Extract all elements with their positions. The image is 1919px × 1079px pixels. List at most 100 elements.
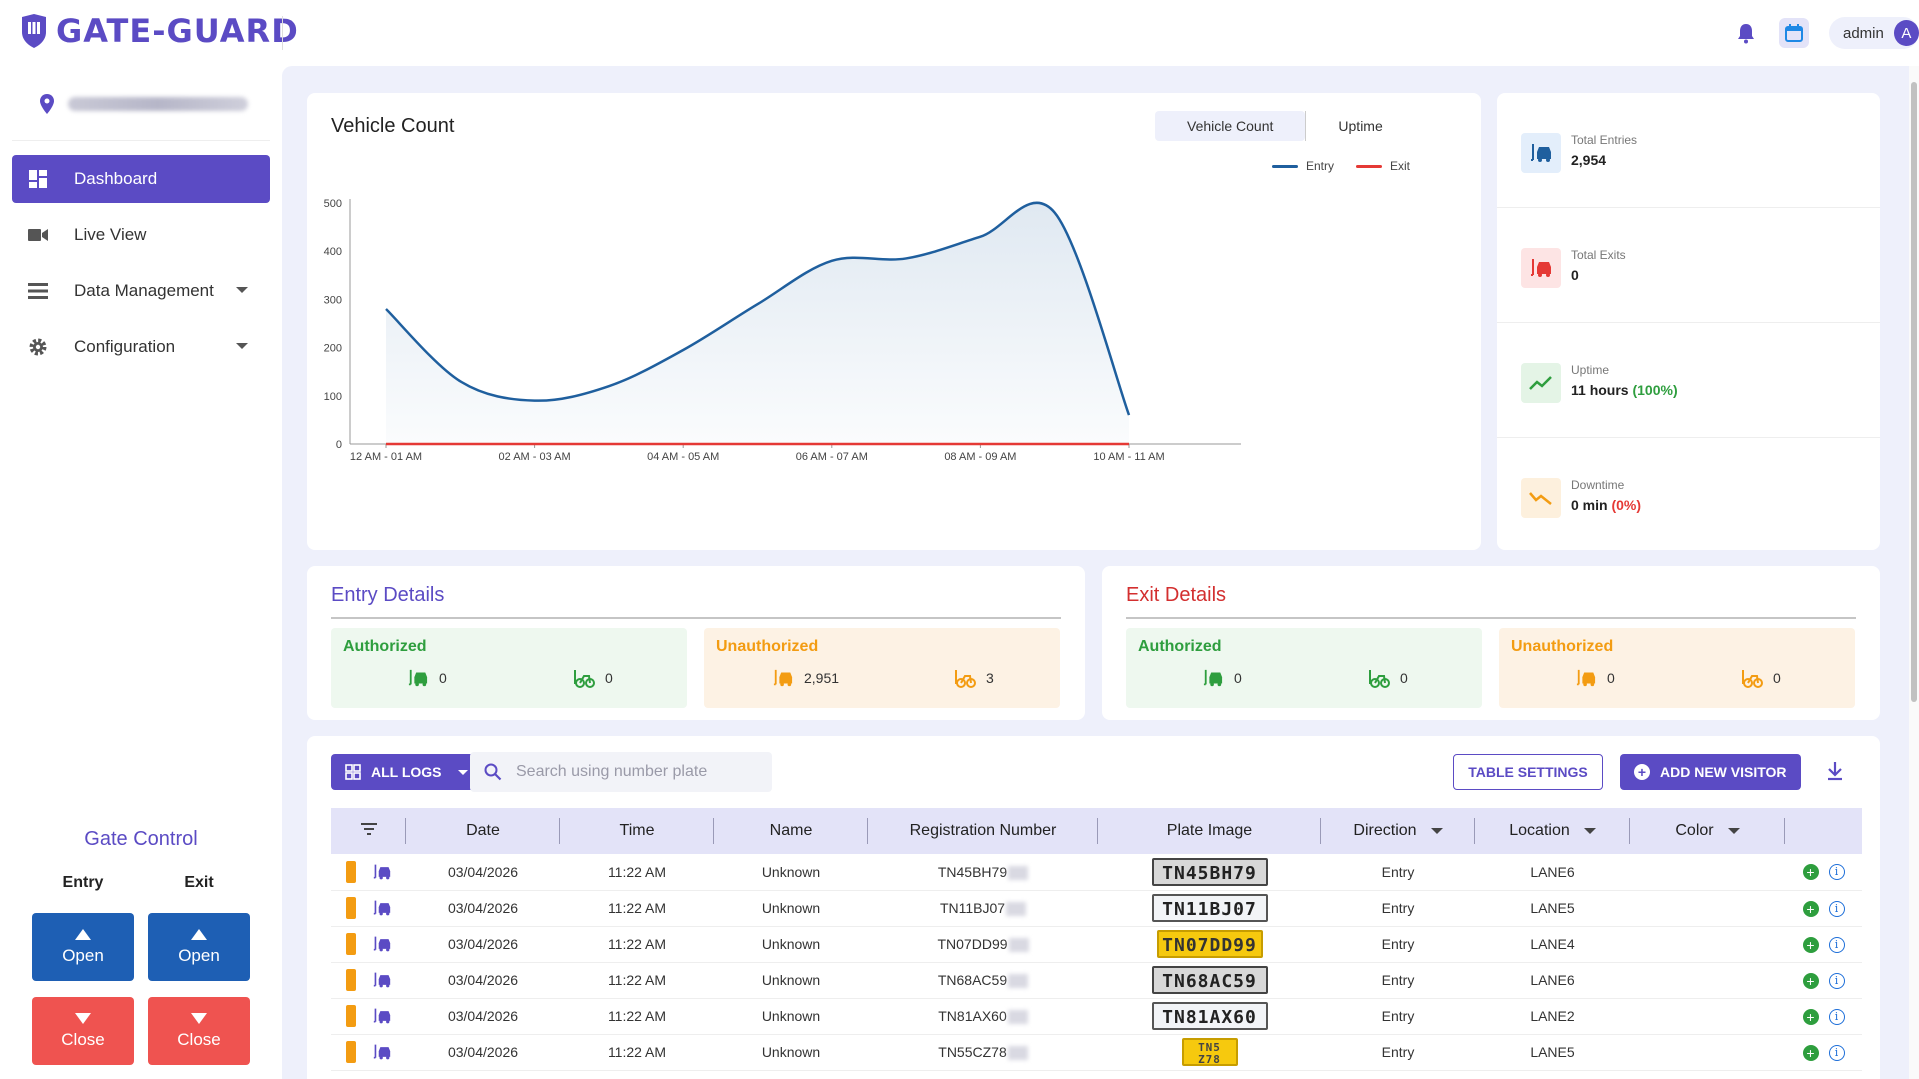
table-row[interactable]: 03/04/2026 11:22 AM Unknown TN68AC59 TN68AC5… (331, 962, 1862, 999)
x-tick-label: 02 AM - 03 AM (499, 451, 571, 463)
sidebar-item-label: Live View (74, 225, 147, 244)
table-settings-button[interactable]: TABLE SETTINGS (1453, 754, 1603, 790)
title-underline (331, 617, 1061, 619)
info-icon[interactable]: i (1828, 936, 1845, 953)
sidebar-item-configuration[interactable]: Configuration (12, 323, 270, 371)
plate-image[interactable]: TN45BH79 (1151, 857, 1268, 886)
site-location[interactable] (40, 94, 248, 114)
search-input[interactable] (516, 763, 756, 781)
cell-plate-image[interactable]: TN81AX60 (1098, 998, 1321, 1035)
table-row[interactable]: 03/04/2026 11:22 AM Unknown TN07DD99 TN07DD9… (331, 926, 1862, 963)
user-menu[interactable]: admin A (1829, 17, 1919, 49)
chevron-down-icon (1583, 827, 1596, 834)
table-row[interactable]: 03/04/2026 11:22 AM Unknown TN45BH79 TN45BH7… (331, 854, 1862, 891)
cell-date: 03/04/2026 (406, 854, 560, 891)
info-icon[interactable]: i (1828, 1008, 1845, 1025)
motorbike-icon (1742, 670, 1763, 688)
col-date[interactable]: Date (406, 808, 560, 854)
plate-image[interactable]: TN07DD99 (1156, 930, 1263, 958)
scrollbar-thumb[interactable] (1911, 82, 1917, 702)
add-circle-icon[interactable]: + (1802, 972, 1819, 989)
exit-gate-close-button[interactable]: Close (148, 997, 250, 1065)
info-icon[interactable]: i (1828, 1044, 1845, 1061)
sidebar-item-data-management[interactable]: Data Management (12, 267, 270, 315)
cell-plate-image[interactable]: TN07DD99 (1098, 926, 1321, 963)
blurred-text (1006, 902, 1027, 917)
avatar: A (1893, 20, 1919, 46)
unauthorized-label: Unauthorized (716, 638, 819, 655)
entry-gate-close-button[interactable]: Close (32, 997, 134, 1065)
notifications-bell-icon[interactable] (1731, 18, 1761, 48)
cell-name: Unknown (714, 926, 868, 963)
stat-label: Total Exits (1571, 248, 1626, 262)
registration-number: TN68AC59 (937, 971, 1008, 988)
col-plate-image[interactable]: Plate Image (1098, 808, 1321, 854)
stat-total-exits: Total Exits 0 (1497, 208, 1880, 323)
info-icon[interactable]: i (1828, 972, 1845, 989)
sidebar-item-dashboard[interactable]: Dashboard (12, 155, 270, 203)
info-icon[interactable]: i (1828, 864, 1845, 881)
registration-number: TN81AX60 (938, 1007, 1007, 1024)
add-new-visitor-button[interactable]: + ADD NEW VISITOR (1620, 754, 1801, 790)
info-icon[interactable]: i (1828, 900, 1845, 917)
add-circle-icon: + (1634, 764, 1650, 780)
cell-plate-image[interactable]: TN11BJ07 (1098, 890, 1321, 927)
cell-plate-image[interactable]: TN68AC59 (1098, 962, 1321, 999)
calendar-icon[interactable] (1779, 18, 1809, 48)
table-row[interactable]: 03/04/2026 11:22 AM Unknown TN11BJ07 TN11BJ0… (331, 890, 1862, 927)
app-logo[interactable]: GATE-GUARD (20, 12, 299, 50)
plate-image[interactable]: TN68AC59 (1151, 966, 1268, 994)
row-type-cell (331, 854, 406, 891)
sidebar-item-label: Configuration (74, 337, 176, 356)
table-row[interactable]: 03/04/2026 11:22 AM Unknown TN55CZ78 TN5 Z78… (331, 1034, 1862, 1071)
cell-date: 03/04/2026 (406, 890, 560, 927)
add-visitor-label: ADD NEW VISITOR (1660, 764, 1787, 780)
sidebar-item-live-view[interactable]: Live View (12, 211, 270, 259)
y-tick-label: 0 (336, 439, 342, 451)
col-color[interactable]: Color (1630, 808, 1785, 854)
col-direction[interactable]: Direction (1321, 808, 1475, 854)
authorized-car-count: 0 (407, 668, 447, 688)
col-location[interactable]: Location (1475, 808, 1630, 854)
title-underline (1126, 617, 1856, 619)
app-name: GATE-GUARD (56, 12, 299, 50)
grid-icon (345, 764, 361, 780)
table-row[interactable]: 03/04/2026 11:22 AM Unknown TN81AX60 TN81AX6… (331, 998, 1862, 1035)
download-icon[interactable] (1825, 760, 1845, 787)
col-label: Color (1675, 822, 1714, 839)
col-time[interactable]: Time (560, 808, 714, 854)
plate-image[interactable]: TN81AX60 (1151, 1002, 1268, 1030)
all-logs-dropdown[interactable]: ALL LOGS (331, 754, 482, 790)
x-tick-label: 08 AM - 09 AM (944, 451, 1016, 463)
row-type-cell (331, 926, 406, 963)
gear-icon (29, 338, 47, 356)
cell-location: LANE6 (1475, 854, 1630, 891)
exit-gate-open-button[interactable]: Open (148, 913, 250, 981)
page-scrollbar[interactable] (1909, 66, 1919, 1079)
entry-gate-open-button[interactable]: Open (32, 913, 134, 981)
gate-exit-label: Exit (184, 874, 214, 891)
add-circle-icon[interactable]: + (1802, 1008, 1819, 1025)
cell-plate-image[interactable]: TN45BH79 (1098, 854, 1321, 891)
vehicle-count-card: Vehicle Count Vehicle Count Uptime Entry… (307, 93, 1481, 550)
add-circle-icon[interactable]: + (1802, 1044, 1819, 1061)
plate-image[interactable]: TN11BJ07 (1151, 894, 1268, 922)
car-icon (1576, 669, 1596, 687)
cell-plate-image[interactable]: TN5 Z78 (1098, 1034, 1321, 1071)
gate-control-title: Gate Control (84, 828, 198, 850)
col-registration-number[interactable]: Registration Number (868, 808, 1098, 854)
add-circle-icon[interactable]: + (1802, 900, 1819, 917)
stat-label: Total Entries (1571, 133, 1638, 147)
registration-number: TN55CZ78 (938, 1043, 1007, 1060)
cell-color (1630, 962, 1785, 999)
cell-color (1630, 926, 1785, 963)
filter-column[interactable] (331, 808, 406, 854)
plate-image[interactable]: TN5 Z78 (1181, 1038, 1238, 1066)
cell-time: 11:22 AM (560, 890, 714, 927)
add-circle-icon[interactable]: + (1802, 936, 1819, 953)
cell-name: Unknown (714, 1034, 868, 1071)
add-circle-icon[interactable]: + (1802, 864, 1819, 881)
authorized-label: Authorized (1138, 638, 1222, 655)
col-name[interactable]: Name (714, 808, 868, 854)
row-type-cell (331, 890, 406, 927)
